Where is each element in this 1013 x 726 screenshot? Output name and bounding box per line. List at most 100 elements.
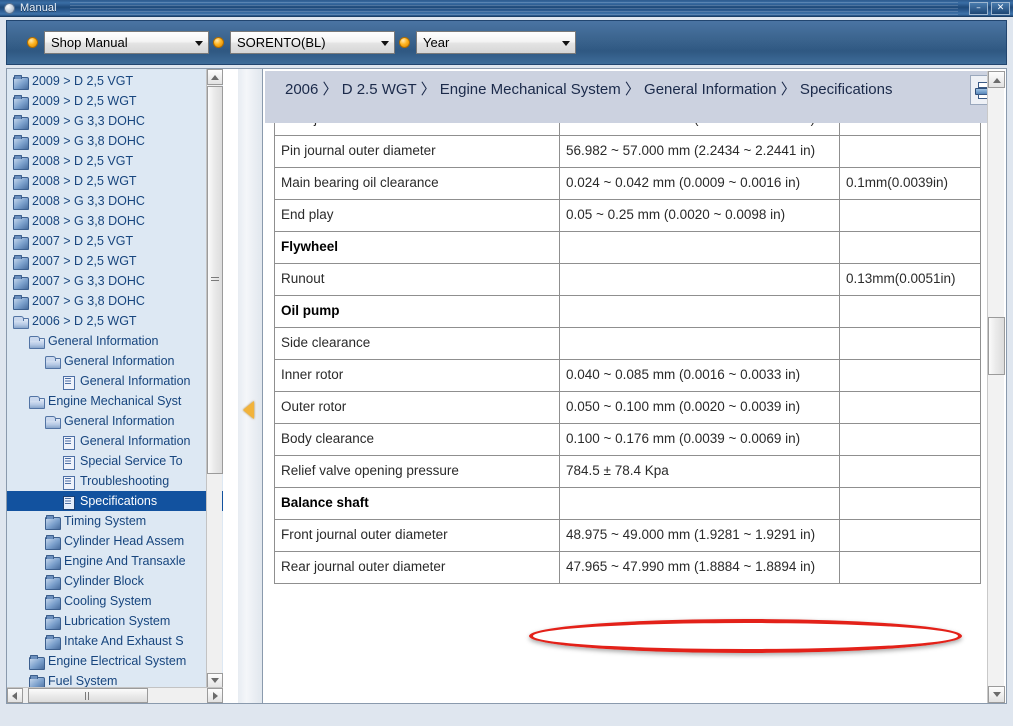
sidebar-scroll-right-button[interactable]	[207, 688, 223, 703]
spec-name-cell: Outer rotor	[274, 391, 560, 424]
tree-item[interactable]: 2008 > D 2,5 WGT	[7, 171, 223, 191]
panel-splitter[interactable]	[238, 68, 262, 704]
tree-item[interactable]: General Information	[7, 431, 223, 451]
tree-item[interactable]: General Information	[7, 411, 223, 431]
tree-item[interactable]: 2008 > D 2,5 VGT	[7, 151, 223, 171]
spec-standard-cell: 48.975 ~ 49.000 mm (1.9281 ~ 1.9291 in)	[559, 519, 840, 552]
table-row: Inner rotor 0.040 ~ 0.085 mm (0.0016 ~ 0.…	[274, 359, 981, 392]
tree-item-label: Cylinder Block	[64, 574, 144, 588]
folder-icon	[13, 294, 29, 310]
tree-item-label: General Information	[64, 354, 175, 368]
tree-item[interactable]: Lubrication System	[7, 611, 223, 631]
navigation-sidebar: 2009 > D 2,5 VGT 2009 > D 2,5 WGT 2009 > G…	[6, 68, 238, 704]
triangle-up-icon	[211, 75, 219, 80]
tree-item[interactable]: Timing System	[7, 511, 223, 531]
sidebar-hscroll-thumb[interactable]	[28, 688, 148, 703]
vehicle-model-dropdown[interactable]: SORENTO(BL)	[230, 31, 395, 54]
tree-item[interactable]: 2009 > D 2,5 VGT	[7, 71, 223, 91]
tree-item[interactable]: 2007 > D 2,5 WGT	[7, 251, 223, 271]
document-icon	[61, 375, 76, 390]
tree-item[interactable]: General Information	[7, 331, 223, 351]
table-row: Relief valve opening pressure 784.5 ± 78.…	[274, 455, 981, 488]
sidebar-scroll-thumb[interactable]	[207, 86, 223, 474]
manual-type-dropdown[interactable]: Shop Manual	[44, 31, 209, 54]
spec-limit-cell	[839, 295, 981, 328]
spec-name-cell: Main journal outer diameter	[274, 123, 560, 136]
tree-item[interactable]: 2009 > D 2,5 WGT	[7, 91, 223, 111]
document-scroll-down-button[interactable]	[988, 686, 1005, 703]
window-bottom-strip	[0, 720, 1013, 726]
document-icon	[61, 435, 76, 450]
table-row: Flywheel	[274, 231, 981, 264]
tree-item[interactable]: 2009 > G 3,3 DOHC	[7, 111, 223, 131]
chevron-down-icon	[562, 40, 570, 46]
spec-standard-cell: 0.024 ~ 0.042 mm (0.0009 ~ 0.0016 in)	[559, 167, 840, 200]
tree-item-label: Timing System	[64, 514, 147, 528]
document-icon	[61, 455, 76, 470]
tree-item-label: Cooling System	[64, 594, 152, 608]
minimize-button[interactable]: –	[969, 2, 988, 15]
tree-item[interactable]: Special Service To	[7, 451, 223, 471]
tree-item-label: General Information	[48, 334, 159, 348]
breadcrumb-bar: 2006 〉 D 2.5 WGT 〉 Engine Mechanical Sys…	[265, 71, 1004, 123]
sidebar-vertical-scrollbar[interactable]	[206, 69, 223, 689]
tree-item[interactable]: Engine And Transaxle	[7, 551, 223, 571]
document-scroll-up-button[interactable]	[988, 71, 1005, 88]
year-selector-group: Year	[399, 31, 576, 54]
folder-icon	[13, 174, 29, 190]
folder-icon	[45, 634, 61, 650]
triangle-left-icon	[12, 691, 17, 700]
tree-item[interactable]: Troubleshooting	[7, 471, 223, 491]
spec-name-cell: Side clearance	[274, 327, 560, 360]
tree-item-label: Intake And Exhaust S	[64, 634, 184, 648]
folder-icon	[45, 614, 61, 630]
sidebar-scroll-left-button[interactable]	[7, 688, 23, 703]
window-titlebar: Manual – ✕	[0, 0, 1013, 17]
tree-item[interactable]: Cooling System	[7, 591, 223, 611]
folder-open-icon	[13, 315, 29, 329]
tree-item-label: Special Service To	[80, 454, 183, 468]
spec-standard-cell: 47.965 ~ 47.990 mm (1.8884 ~ 1.8894 in)	[559, 551, 840, 584]
year-dropdown[interactable]: Year	[416, 31, 576, 54]
spec-name-cell: Front journal outer diameter	[274, 519, 560, 552]
tree-item[interactable]: 2007 > G 3,8 DOHC	[7, 291, 223, 311]
tree-item[interactable]: Cylinder Block	[7, 571, 223, 591]
document-vertical-scrollbar[interactable]	[987, 71, 1005, 703]
tree-item-label: 2009 > D 2,5 WGT	[32, 94, 137, 108]
folder-icon	[13, 94, 29, 110]
tree-item-label: General Information	[80, 434, 191, 448]
manual-tree[interactable]: 2009 > D 2,5 VGT 2009 > D 2,5 WGT 2009 > G…	[7, 69, 223, 689]
tree-item[interactable]: 2009 > G 3,8 DOHC	[7, 131, 223, 151]
spec-limit-cell	[839, 455, 981, 488]
spec-standard-cell	[559, 263, 840, 296]
tree-item[interactable]: 2007 > D 2,5 VGT	[7, 231, 223, 251]
grip-icon	[85, 691, 91, 700]
tree-item[interactable]: 2007 > G 3,3 DOHC	[7, 271, 223, 291]
table-row: Oil pump	[274, 295, 981, 328]
tree-item[interactable]: Specifications	[7, 491, 223, 511]
specifications-table: Main journal outer diameter66.982 ~ 67.0…	[274, 123, 981, 584]
titlebar-stripes	[70, 2, 958, 15]
sidebar-horizontal-scrollbar[interactable]	[7, 687, 223, 703]
tree-item[interactable]: 2008 > G 3,3 DOHC	[7, 191, 223, 211]
tree-item[interactable]: Engine Mechanical Syst	[7, 391, 223, 411]
close-button[interactable]: ✕	[991, 2, 1010, 15]
tree-item[interactable]: Intake And Exhaust S	[7, 631, 223, 651]
tree-item[interactable]: Cylinder Head Assem	[7, 531, 223, 551]
tree-item[interactable]: 2008 > G 3,8 DOHC	[7, 211, 223, 231]
tree-item[interactable]: 2006 > D 2,5 WGT	[7, 311, 223, 331]
folder-icon	[45, 594, 61, 610]
spec-standard-cell	[559, 327, 840, 360]
tree-item-label: Engine And Transaxle	[64, 554, 186, 568]
sidebar-scroll-up-button[interactable]	[207, 69, 223, 85]
spec-name-cell: Runout	[274, 263, 560, 296]
tree-item[interactable]: General Information	[7, 371, 223, 391]
tree-item[interactable]: Engine Electrical System	[7, 651, 223, 671]
document-scroll-thumb[interactable]	[988, 317, 1005, 375]
table-row: Runout 0.13mm(0.0051in)	[274, 263, 981, 296]
tree-item-label: 2009 > G 3,8 DOHC	[32, 134, 145, 148]
tree-item[interactable]: General Information	[7, 351, 223, 371]
table-row: Body clearance 0.100 ~ 0.176 mm (0.0039 ~…	[274, 423, 981, 456]
collapse-left-arrow-icon[interactable]	[243, 401, 254, 419]
document-scroll-area[interactable]: Main journal outer diameter66.982 ~ 67.0…	[265, 123, 987, 701]
